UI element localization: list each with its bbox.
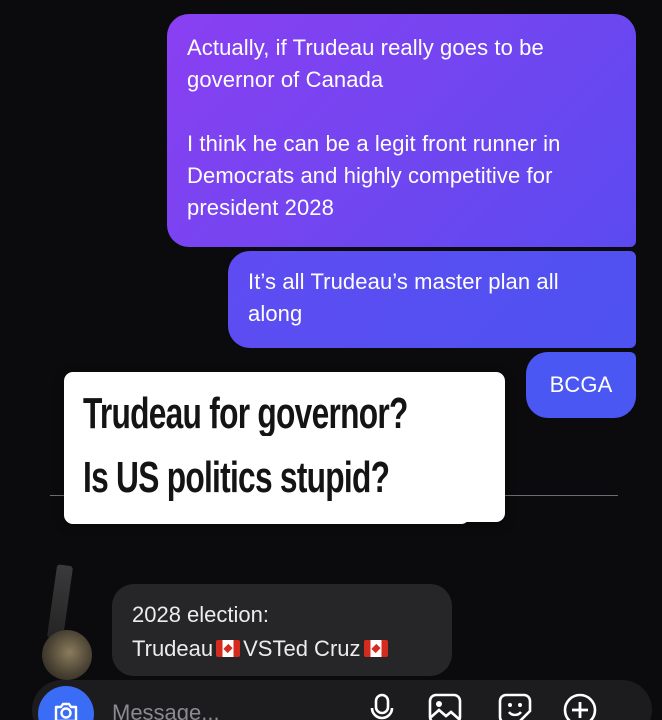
outgoing-message[interactable]: Actually, if Trudeau really goes to be g… <box>167 14 636 247</box>
camera-icon <box>54 702 78 720</box>
avatar-decoration <box>46 564 74 640</box>
chat-screen: Actually, if Trudeau really goes to be g… <box>0 0 662 720</box>
sticker-icon[interactable] <box>497 692 533 720</box>
caption-overlay-lower: Is US politics stupid? <box>64 436 470 524</box>
avatar[interactable] <box>42 630 92 680</box>
message-input[interactable]: Message... <box>112 700 220 720</box>
plus-icon[interactable] <box>562 692 598 720</box>
message-text: BCGA <box>549 372 613 397</box>
message-text: I think he can be a legit front runner i… <box>187 131 561 220</box>
message-text: It’s all Trudeau’s master plan all along <box>248 269 559 326</box>
microphone-icon[interactable] <box>367 692 397 720</box>
message-text: Actually, if Trudeau really goes to be g… <box>187 35 544 92</box>
message-text-line: Trudeau VSTed Cruz <box>132 632 432 666</box>
outgoing-message[interactable]: BCGA <box>526 352 636 418</box>
candidate-name: Trudeau <box>132 636 214 661</box>
caption-line: Trudeau for governor? <box>83 389 408 438</box>
canada-flag-icon <box>216 640 241 657</box>
versus-text: VSTed Cruz <box>243 636 361 661</box>
message-text: 2028 election: <box>132 602 269 627</box>
gallery-icon[interactable] <box>427 692 463 720</box>
caption-line: Is US politics stupid? <box>83 453 390 502</box>
outgoing-message[interactable]: It’s all Trudeau’s master plan all along <box>228 251 636 348</box>
incoming-message[interactable]: 2028 election: Trudeau VSTed Cruz <box>112 584 452 676</box>
canada-flag-icon <box>363 640 388 657</box>
